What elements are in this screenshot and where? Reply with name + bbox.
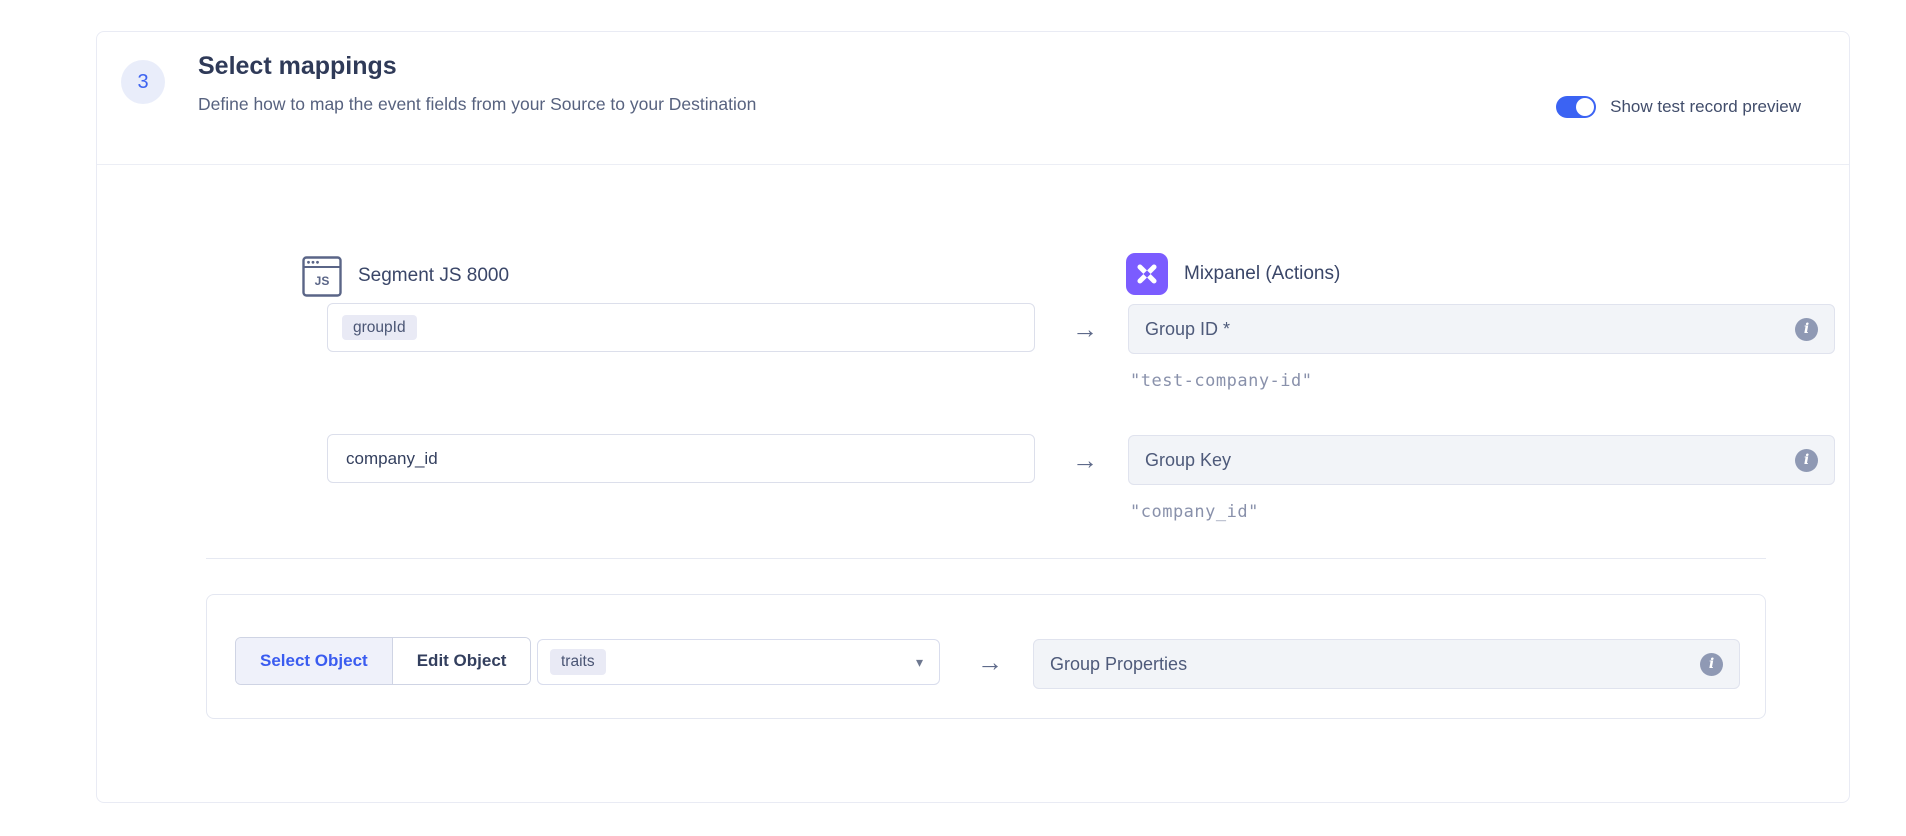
mixpanel-logo-icon bbox=[1126, 253, 1168, 295]
arrow-right-icon: → bbox=[974, 647, 1006, 678]
source-column-header: JS Segment JS 8000 bbox=[302, 254, 509, 298]
select-mappings-card: 3 Select mappings Define how to map the … bbox=[96, 31, 1850, 803]
arrow-right-icon: → bbox=[1069, 445, 1101, 476]
test-record-toggle-group: Show test record preview bbox=[1556, 96, 1801, 118]
destination-field-group-key: Group Key i bbox=[1128, 435, 1835, 485]
destination-field-label: Group Properties bbox=[1050, 654, 1700, 675]
select-object-button[interactable]: Select Object bbox=[236, 638, 392, 684]
destination-name: Mixpanel (Actions) bbox=[1184, 263, 1340, 285]
page-subtitle: Define how to map the event fields from … bbox=[198, 94, 756, 115]
source-field-token[interactable]: groupId bbox=[342, 315, 417, 341]
show-test-record-toggle[interactable] bbox=[1556, 96, 1596, 118]
info-icon[interactable]: i bbox=[1795, 449, 1818, 472]
segment-js-source-icon: JS bbox=[302, 254, 342, 298]
destination-field-label: Group Key bbox=[1145, 450, 1795, 471]
destination-field-group-id: Group ID * i bbox=[1128, 304, 1835, 354]
step-number-badge: 3 bbox=[121, 60, 165, 104]
page: 3 Select mappings Define how to map the … bbox=[0, 0, 1906, 836]
info-icon[interactable]: i bbox=[1795, 318, 1818, 341]
destination-field-label: Group ID * bbox=[1145, 319, 1795, 340]
arrow-right-icon: → bbox=[1069, 314, 1101, 345]
source-field-input-groupid[interactable]: groupId bbox=[327, 303, 1035, 352]
object-mode-button-group: Select Object Edit Object bbox=[235, 637, 531, 685]
source-field-text: company_id bbox=[342, 449, 438, 469]
card-header: 3 Select mappings Define how to map the … bbox=[97, 32, 1849, 165]
info-icon[interactable]: i bbox=[1700, 653, 1723, 676]
destination-field-group-properties: Group Properties i bbox=[1033, 639, 1740, 689]
section-divider bbox=[206, 558, 1766, 559]
source-name: Segment JS 8000 bbox=[358, 265, 509, 287]
edit-object-button[interactable]: Edit Object bbox=[392, 638, 531, 684]
dropdown-selected-token: traits bbox=[550, 649, 606, 675]
test-record-preview-value: "test-company-id" bbox=[1130, 371, 1313, 391]
source-field-input-company-id[interactable]: company_id bbox=[327, 434, 1035, 483]
toggle-knob bbox=[1576, 98, 1594, 116]
chevron-down-icon: ▾ bbox=[916, 654, 923, 671]
page-title: Select mappings bbox=[198, 52, 397, 81]
svg-text:JS: JS bbox=[315, 274, 330, 288]
object-mapping-card: Select Object Edit Object traits ▾ → Gro… bbox=[206, 594, 1766, 719]
destination-column-header: Mixpanel (Actions) bbox=[1126, 253, 1340, 295]
toggle-label: Show test record preview bbox=[1610, 97, 1801, 117]
test-record-preview-value: "company_id" bbox=[1130, 502, 1259, 522]
object-source-dropdown[interactable]: traits ▾ bbox=[537, 639, 940, 685]
